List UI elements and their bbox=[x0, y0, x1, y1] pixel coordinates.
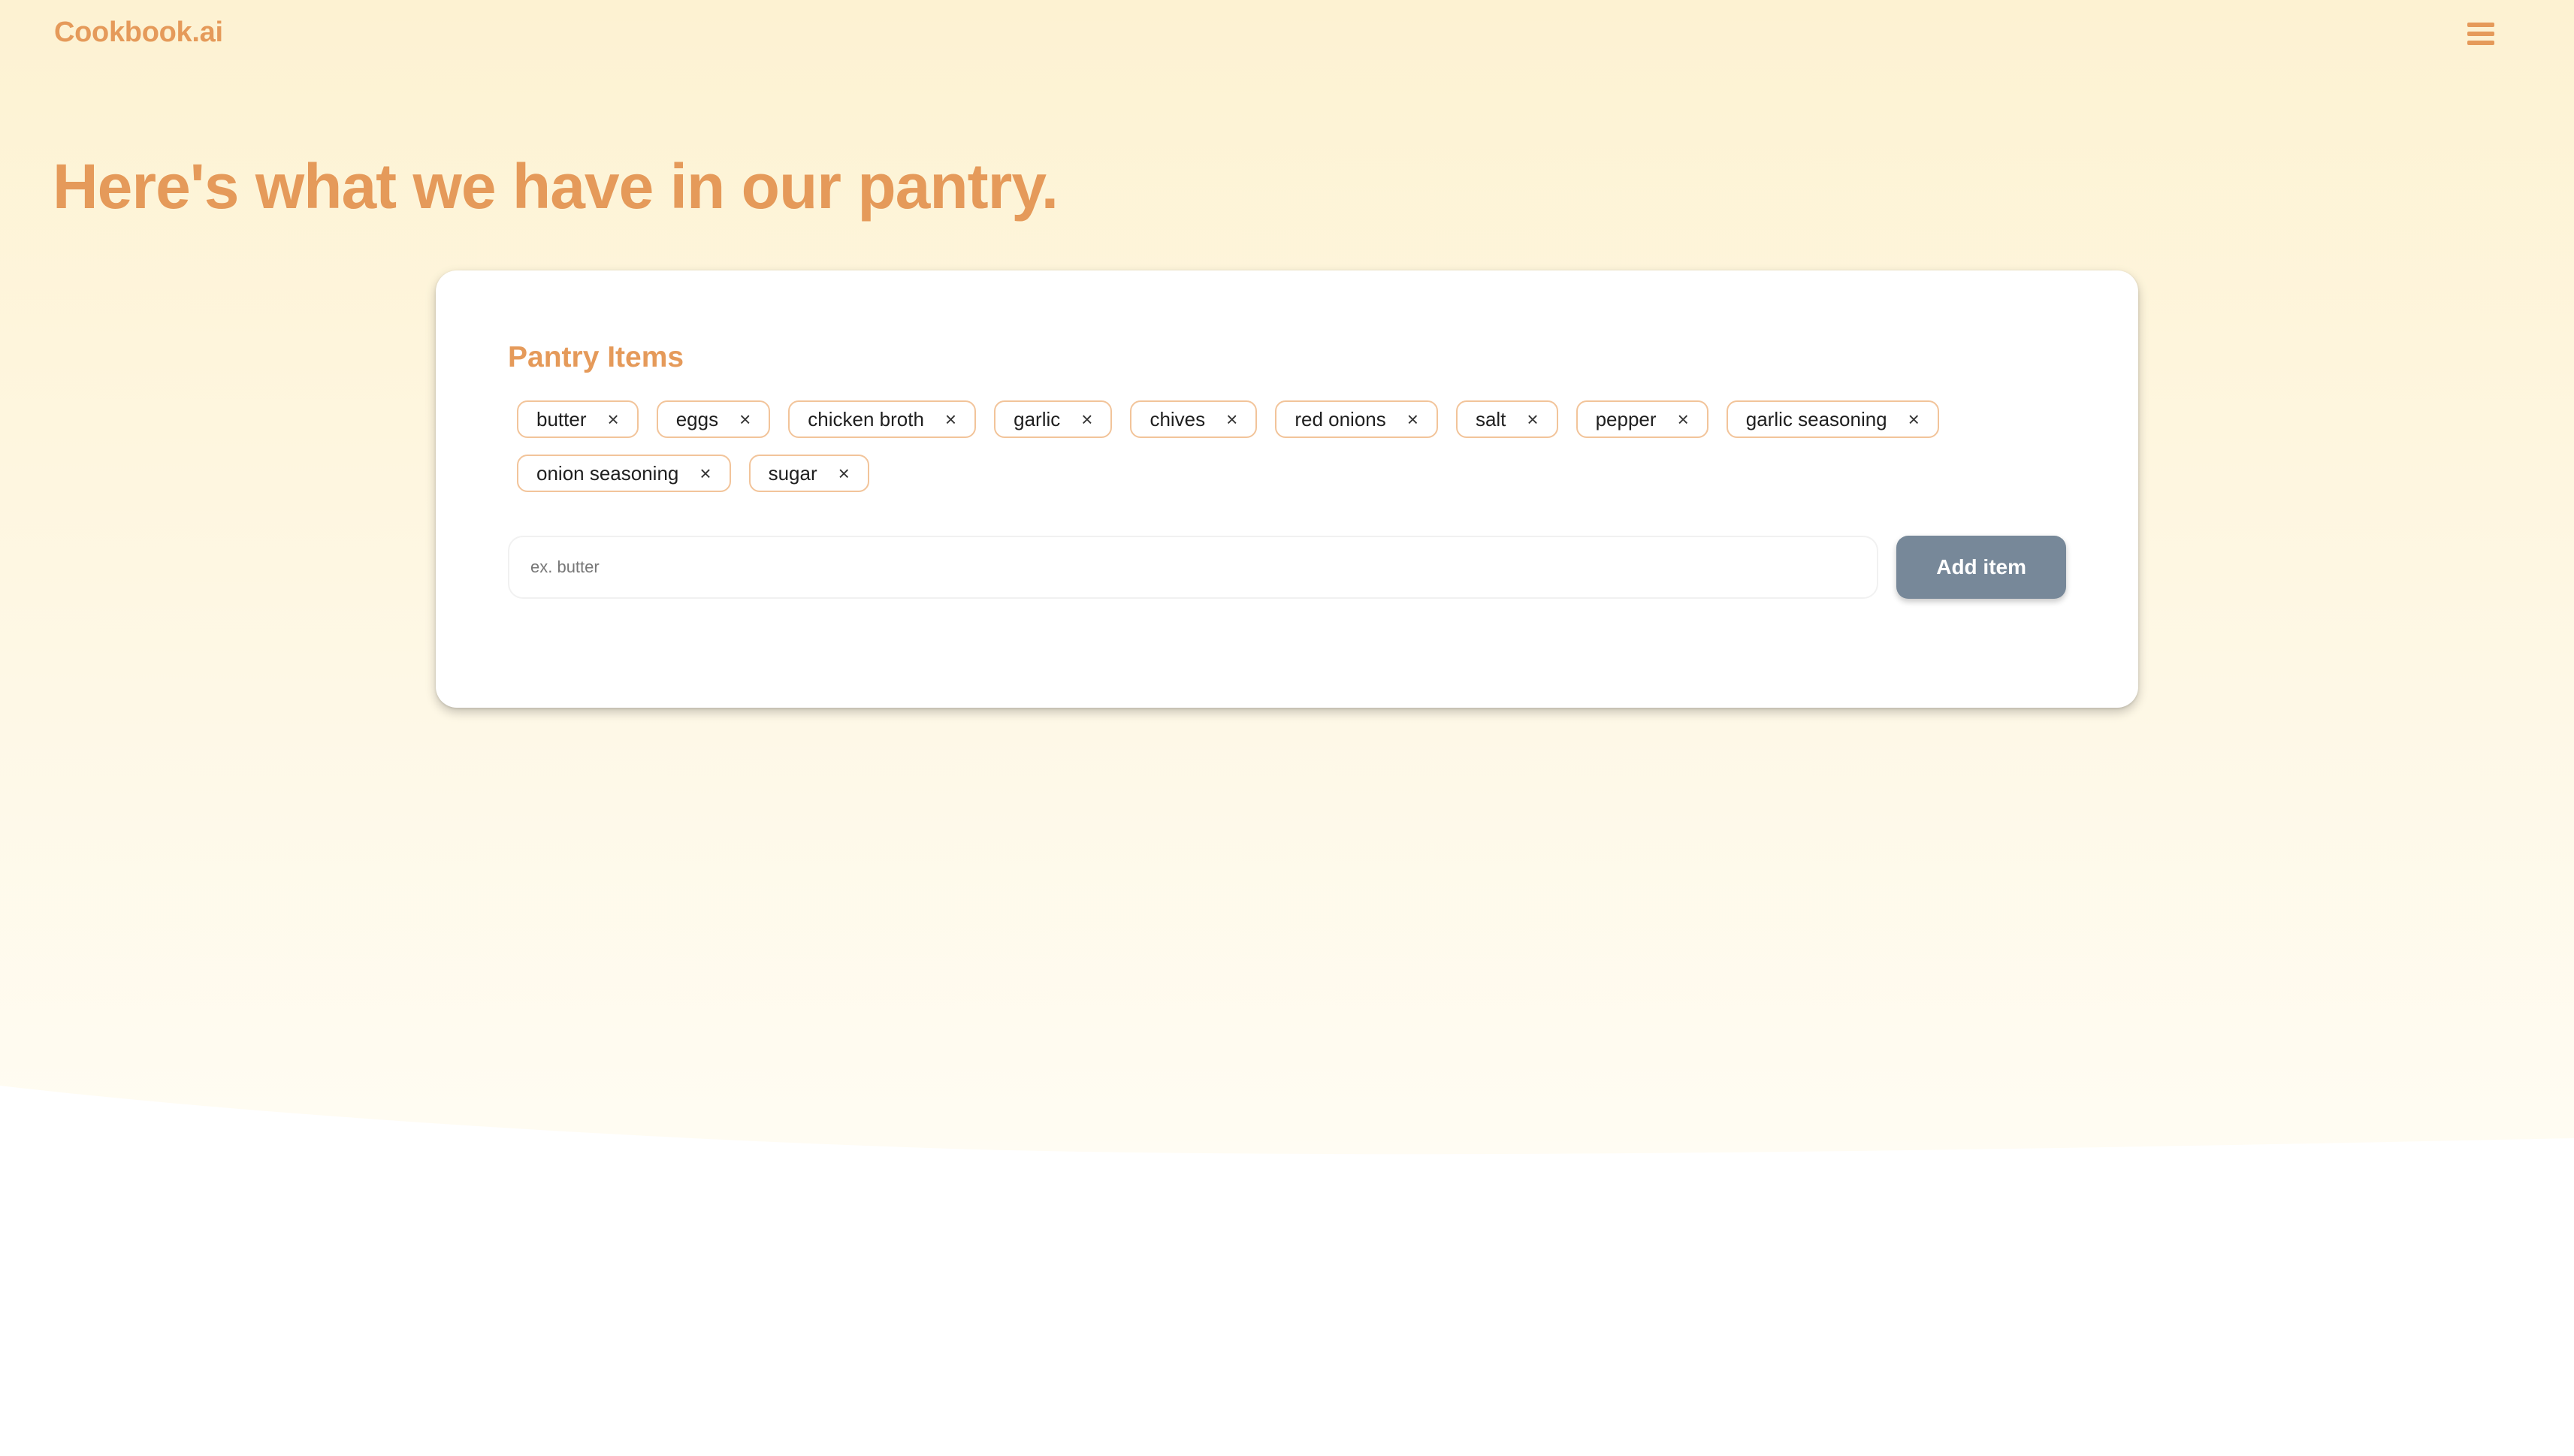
pantry-chip: pepper × bbox=[1576, 400, 1708, 438]
pantry-chip: red onions × bbox=[1275, 400, 1438, 438]
chip-label: salt bbox=[1475, 407, 1506, 430]
page-title: Here's what we have in our pantry. bbox=[53, 151, 1059, 222]
pantry-item-input[interactable] bbox=[508, 536, 1879, 599]
close-icon[interactable]: × bbox=[699, 464, 711, 483]
pantry-chip: sugar × bbox=[748, 455, 869, 492]
close-icon[interactable]: × bbox=[1226, 409, 1237, 429]
pantry-chip: butter × bbox=[517, 400, 639, 438]
chip-label: garlic seasoning bbox=[1745, 407, 1887, 430]
pantry-chip: salt × bbox=[1455, 400, 1558, 438]
chip-label: sugar bbox=[768, 461, 817, 485]
close-icon[interactable]: × bbox=[1678, 409, 1689, 429]
close-icon[interactable]: × bbox=[608, 409, 619, 429]
chip-label: pepper bbox=[1595, 407, 1657, 430]
chip-label: garlic bbox=[1014, 407, 1061, 430]
close-icon[interactable]: × bbox=[1407, 409, 1418, 429]
chip-label: chives bbox=[1150, 407, 1206, 430]
close-icon[interactable]: × bbox=[739, 409, 751, 429]
add-item-form: Add item bbox=[508, 536, 2066, 599]
pantry-chip: eggs × bbox=[656, 400, 771, 438]
chip-label: eggs bbox=[675, 407, 719, 430]
pantry-chip: chives × bbox=[1130, 400, 1258, 438]
hamburger-menu-icon[interactable] bbox=[2467, 23, 2494, 48]
close-icon[interactable]: × bbox=[838, 464, 850, 483]
brand-logo[interactable]: Cookbook.ai bbox=[54, 17, 223, 49]
chip-label: butter bbox=[536, 407, 587, 430]
pantry-card: Pantry Items butter × eggs × chicken bro… bbox=[436, 270, 2138, 708]
pantry-chip: garlic seasoning × bbox=[1726, 400, 1939, 438]
menu-bar bbox=[2467, 23, 2494, 27]
chip-label: chicken broth bbox=[808, 407, 924, 430]
chip-label: red onions bbox=[1295, 407, 1386, 430]
pantry-chip: onion seasoning × bbox=[517, 455, 731, 492]
pantry-chip: garlic × bbox=[994, 400, 1113, 438]
menu-bar bbox=[2467, 41, 2494, 45]
pantry-chip-list: butter × eggs × chicken broth × garlic ×… bbox=[508, 400, 2005, 492]
close-icon[interactable]: × bbox=[1908, 409, 1920, 429]
chip-label: onion seasoning bbox=[536, 461, 679, 485]
add-item-button[interactable]: Add item bbox=[1896, 536, 2066, 599]
close-icon[interactable]: × bbox=[1527, 409, 1538, 429]
pantry-chip: chicken broth × bbox=[788, 400, 977, 438]
close-icon[interactable]: × bbox=[1081, 409, 1092, 429]
menu-bar bbox=[2467, 32, 2494, 36]
pantry-title: Pantry Items bbox=[508, 341, 684, 373]
close-icon[interactable]: × bbox=[945, 409, 956, 429]
